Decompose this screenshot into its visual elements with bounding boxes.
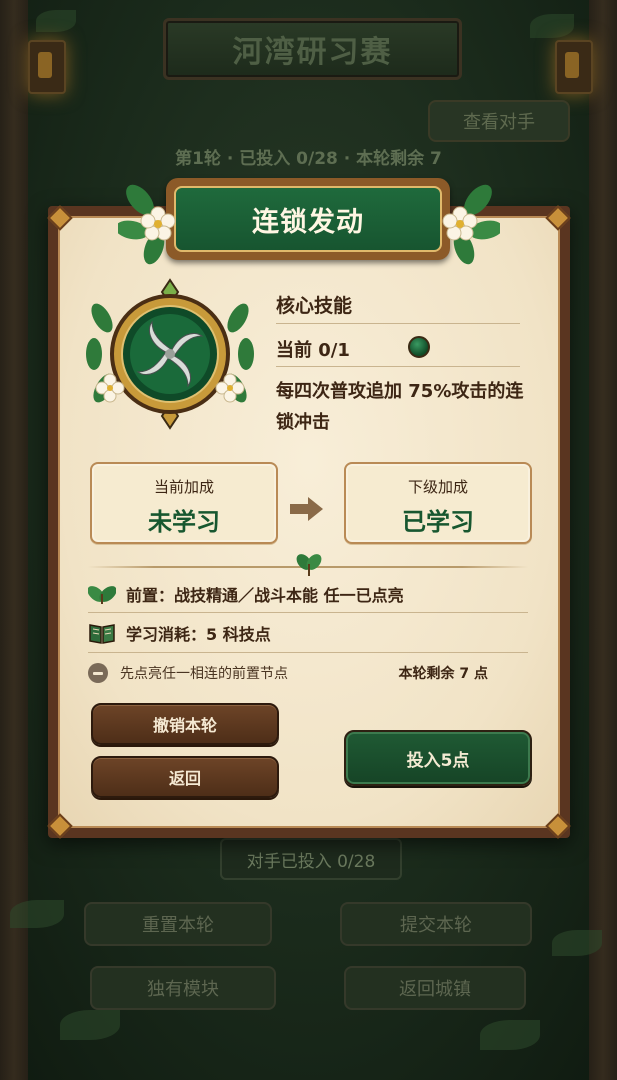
prerequisite-row: 前置：战技精通／战斗本能 任一已点亮 [88,578,528,610]
separator-line [88,652,528,653]
round-status: 第1轮 · 已投入 0/28 · 本轮剩余 7 [175,149,442,169]
current-bonus-label: 当前加成 [153,478,214,496]
leaf-decoration [10,900,64,928]
unique-modules-button[interactable]: 独有模块 [90,966,276,1010]
modal-title-banner: 连锁发动 [166,178,450,260]
modal-title: 连锁发动 [174,186,442,252]
flower-icon [442,206,478,241]
skill-level-label: 当前 0/1 [276,340,350,361]
current-bonus-box: 当前加成 未学习 [90,462,278,544]
lantern-icon [555,40,593,94]
round-remaining-text: 本轮剩余 7 点 [398,666,489,682]
reset-round-button[interactable]: 重置本轮 [84,902,272,946]
separator-line [88,612,528,613]
page-title: 河湾研习赛 [163,18,462,80]
hint-row: 先点亮任一相连的前置节点 本轮剩余 7 点 [88,658,528,688]
skill-emblem-icon [86,278,254,430]
invest-points-button[interactable]: 投入5点 [344,730,532,786]
next-bonus-box: 下级加成 已学习 [344,462,532,544]
next-bonus-value: 已学习 [402,508,474,536]
opponent-invested-status: 对手已投入 0/28 [220,838,402,880]
level-gem-icon [408,336,430,358]
lantern-icon [28,40,66,94]
view-opponent-button[interactable]: 查看对手 [428,100,570,142]
leaf-decoration [530,14,574,38]
minus-circle-icon [88,663,108,683]
flower-icon [140,206,176,241]
return-town-button[interactable]: 返回城镇 [344,966,526,1010]
separator-line [276,366,520,367]
undo-round-button[interactable]: 撤销本轮 [91,703,279,745]
sprout-icon [88,586,116,604]
skill-type-label: 核心技能 [276,295,353,317]
leaf-decoration [60,1010,120,1040]
current-bonus-value: 未学习 [148,508,220,536]
back-button[interactable]: 返回 [91,756,279,798]
submit-round-button[interactable]: 提交本轮 [340,902,532,946]
cost-text: 学习消耗：5 科技点 [126,625,271,644]
cost-row: 学习消耗：5 科技点 [88,617,528,649]
leaf-decoration [36,10,76,32]
separator-line [276,323,520,324]
next-bonus-label: 下级加成 [407,478,468,496]
leaf-decoration [480,1020,540,1050]
prerequisite-text: 前置：战技精通／战斗本能 任一已点亮 [126,586,404,605]
sprout-icon [296,554,322,576]
hint-text: 先点亮任一相连的前置节点 [120,666,288,682]
arrow-right-icon [290,497,323,521]
skill-description: 每四次普攻追加 75%攻击的连锁冲击 [276,381,524,433]
book-icon [89,624,115,644]
leaf-decoration [552,930,602,956]
